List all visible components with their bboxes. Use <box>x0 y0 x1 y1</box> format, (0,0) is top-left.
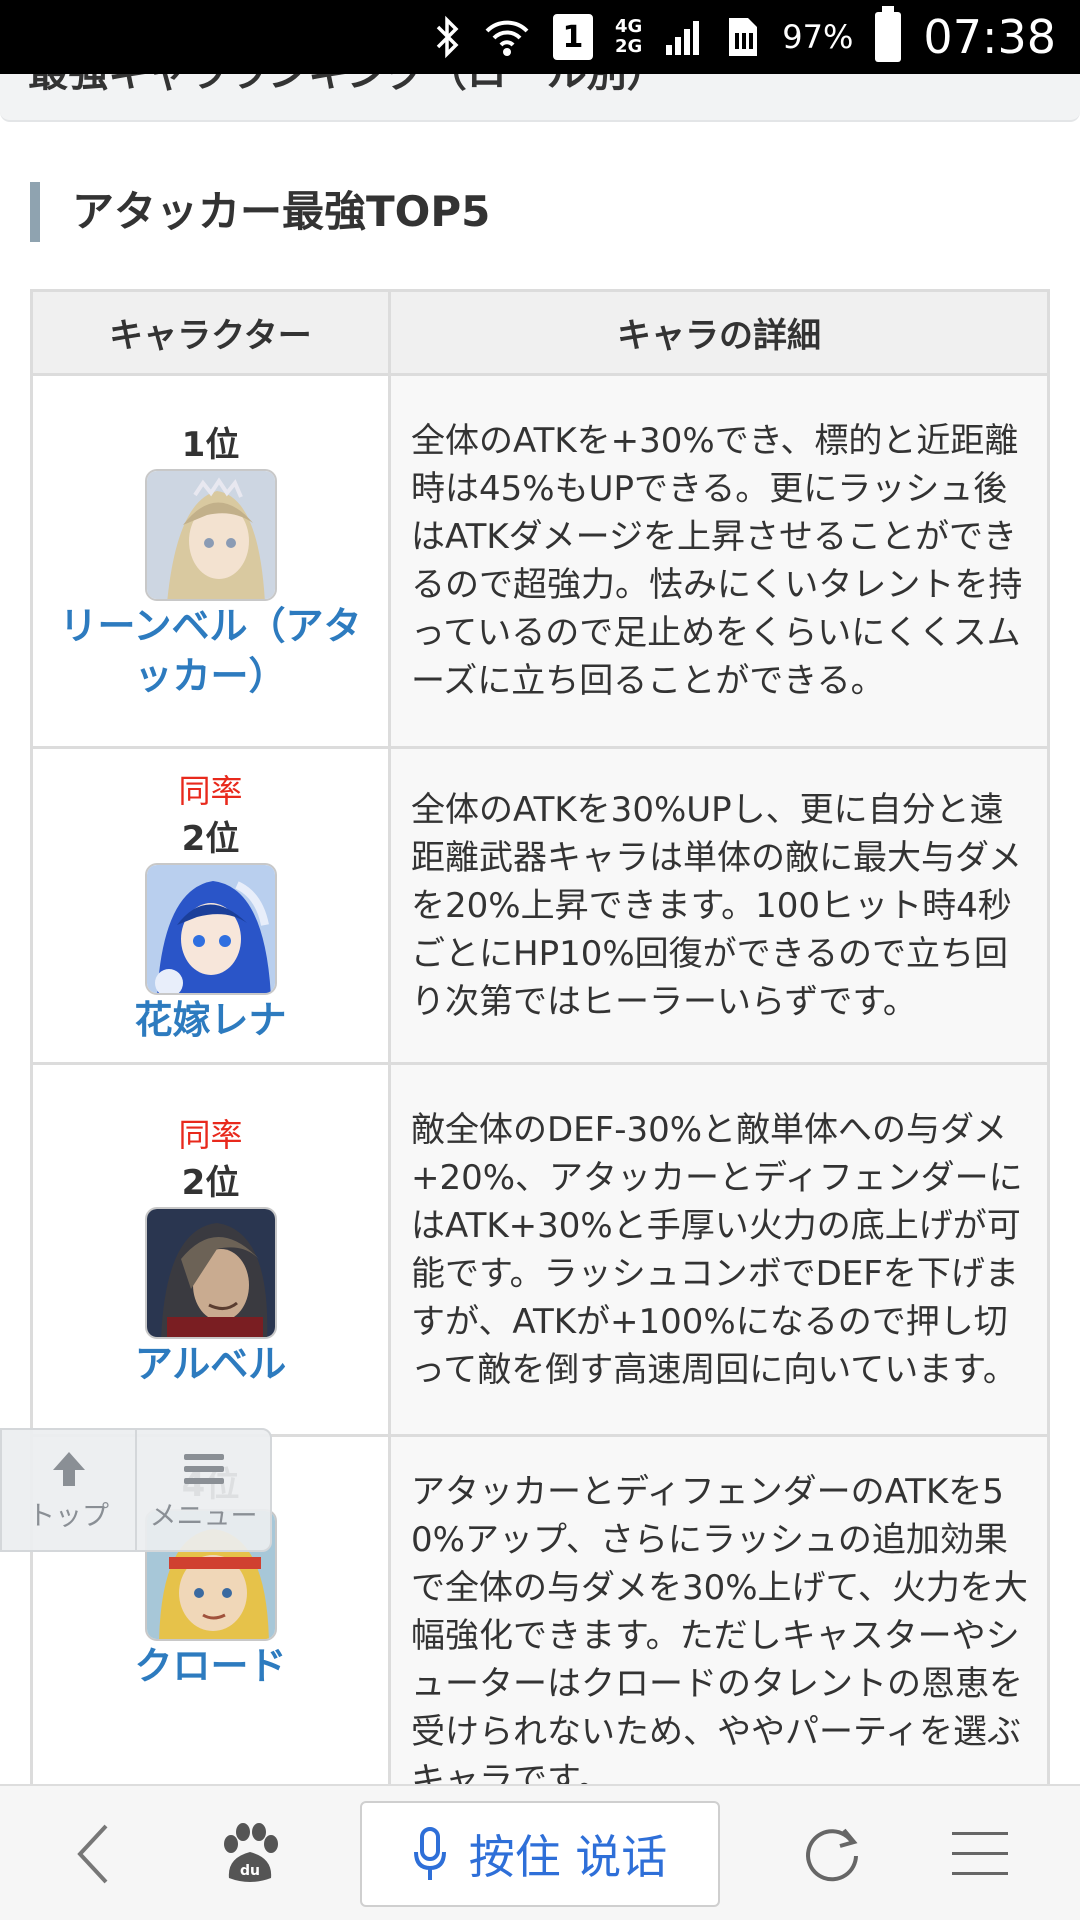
refresh-icon <box>806 1828 858 1882</box>
character-cell: 同率 2位 アルベル <box>30 1062 391 1437</box>
back-to-top-button[interactable]: トップ <box>2 1430 135 1550</box>
table-row: 1位 リーンベル（アタッカー） 全体のATKを+30%でき、標的と近距離時は45… <box>30 373 1050 749</box>
floating-navigation: トップ メニュー <box>0 1428 272 1552</box>
character-portrait[interactable] <box>144 862 277 995</box>
refresh-button[interactable] <box>782 1786 882 1922</box>
previous-section-title: 最強キャラランキング（ロール別） <box>28 74 667 98</box>
sim-card-icon <box>726 12 760 62</box>
column-header-character: キャラクター <box>30 289 391 376</box>
menu-button[interactable]: メニュー <box>135 1430 270 1550</box>
character-name-link[interactable]: 花嫁レナ <box>33 995 388 1045</box>
back-to-top-label: トップ <box>28 1500 109 1532</box>
arrow-up-icon <box>52 1451 85 1486</box>
character-cell: 同率 2位 花嫁レナ <box>30 746 391 1065</box>
chevron-left-icon <box>77 1824 108 1884</box>
previous-section-header: 最強キャラランキング（ロール別） <box>0 74 1080 122</box>
battery-percent: 97% <box>782 18 854 56</box>
rank-number: 2位 <box>181 1162 240 1203</box>
back-button[interactable] <box>44 1786 144 1922</box>
status-bar: 1 4G 2G 97% 07:38 <box>0 0 1080 74</box>
rank-number: 2位 <box>181 818 240 859</box>
hamburger-icon <box>952 1832 1008 1875</box>
bluetooth-icon <box>435 12 461 62</box>
baidu-paw-icon: du <box>224 1823 278 1882</box>
table-row: 同率 2位 花嫁レナ 全体のATKを30%UPし、更に自分と遠距離武器キャラは単… <box>30 746 1050 1065</box>
table-row: 同率 2位 アルベル 敵全体のDEF-30%と敵単体への与ダメ+20%、アタッカ… <box>30 1062 1050 1437</box>
column-header-detail: キャラの詳細 <box>388 289 1050 376</box>
browser-menu-button[interactable] <box>930 1786 1030 1922</box>
same-rate-label: 同率 <box>178 771 243 810</box>
network-type-bottom: 2G <box>614 36 643 57</box>
character-name-link[interactable]: アルベル <box>33 1339 388 1389</box>
section-title: アタッカー最強TOP5 <box>30 182 490 242</box>
voice-input-label: 按住 说话 <box>468 1830 668 1884</box>
baidu-home-button[interactable]: du <box>200 1786 300 1922</box>
detail-cell: 敵全体のDEF-30%と敵単体への与ダメ+20%、アタッカーとディフェンダーには… <box>388 1062 1050 1437</box>
svg-text:du: du <box>240 1863 260 1879</box>
sim-slot-indicator: 1 <box>552 14 593 60</box>
voice-input-button[interactable]: 按住 说话 <box>360 1801 720 1907</box>
character-name-link[interactable]: リーンベル（アタッカー） <box>33 601 388 701</box>
browser-bottom-bar: du 按住 说话 <box>0 1784 1080 1920</box>
network-type-top: 4G <box>614 16 643 37</box>
detail-cell: 全体のATKを+30%でき、標的と近距離時は45%もUPできる。更にラッシュ後は… <box>388 373 1050 749</box>
table-header-row: キャラクター キャラの詳細 <box>30 289 1050 376</box>
hamburger-icon <box>183 1453 224 1484</box>
character-portrait[interactable] <box>144 469 277 601</box>
same-rate-label: 同率 <box>178 1115 243 1154</box>
menu-label: メニュー <box>149 1500 258 1532</box>
ranking-table: キャラクター キャラの詳細 1位 リーンベル（アタッカー） 全体のATKを+30… <box>30 289 1050 1837</box>
character-name-link[interactable]: クロード <box>33 1641 388 1691</box>
signal-icon <box>664 12 704 62</box>
network-type: 4G 2G <box>615 17 642 57</box>
character-cell: 1位 リーンベル（アタッカー） <box>30 373 391 749</box>
battery-icon <box>875 6 902 62</box>
wifi-icon <box>483 12 531 62</box>
detail-cell: アタッカーとディフェンダーのATKを50%アップ、さらにラッシュの追加効果で全体… <box>388 1434 1050 1837</box>
character-portrait[interactable] <box>144 1206 277 1339</box>
microphone-icon <box>413 1827 446 1880</box>
rank-number: 1位 <box>181 425 240 465</box>
clock: 07:38 <box>923 10 1056 64</box>
detail-cell: 全体のATKを30%UPし、更に自分と遠距離武器キャラは単体の敵に最大与ダメを2… <box>388 746 1050 1065</box>
